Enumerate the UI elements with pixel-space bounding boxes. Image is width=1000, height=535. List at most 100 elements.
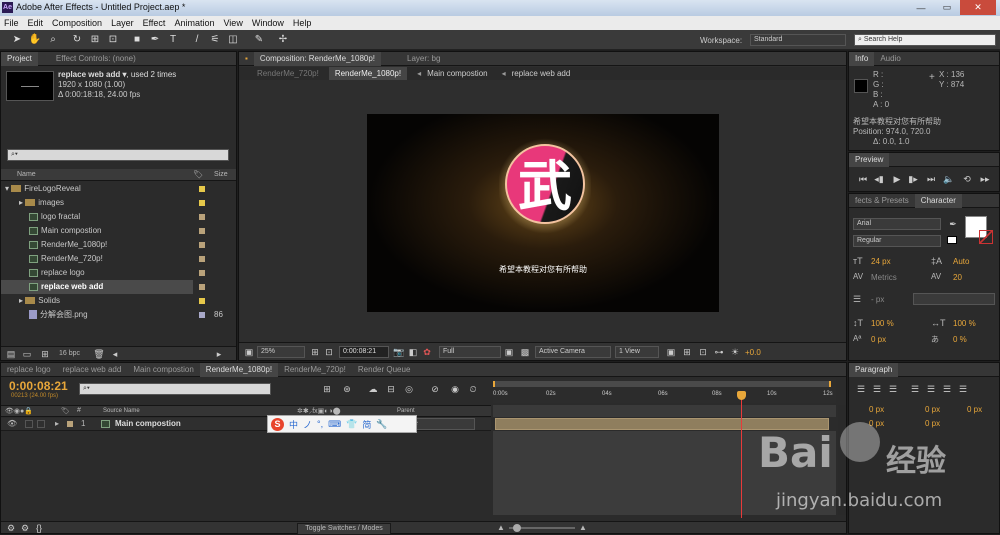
toggle-switches-modes-button[interactable]: Toggle Switches / Modes xyxy=(297,523,391,535)
region-of-interest-icon[interactable]: ▣ xyxy=(503,346,515,358)
timeline-icon[interactable]: ⊡ xyxy=(697,346,709,358)
trash-icon[interactable]: 🗑 xyxy=(93,348,105,360)
expand-time-icon[interactable]: {} xyxy=(33,522,45,534)
menu-layer[interactable]: Layer xyxy=(111,18,134,28)
layer-duration-bar[interactable] xyxy=(495,418,829,430)
zoom-tool-icon[interactable]: ⌕ xyxy=(46,33,60,47)
col-size-header[interactable]: Size xyxy=(214,171,228,178)
tab-composition[interactable]: Composition: RenderMe_1080p! xyxy=(253,51,382,66)
tab-project[interactable]: Project xyxy=(1,51,38,66)
mask-visibility-icon[interactable]: ⊡ xyxy=(323,346,335,358)
label-swatch[interactable] xyxy=(199,270,205,276)
zoom-select[interactable]: 25% xyxy=(257,346,305,358)
flowchart-icon[interactable]: ⊶ xyxy=(713,346,725,358)
tab-timeline[interactable]: replace logo xyxy=(1,363,57,377)
stroke-color-swatch[interactable] xyxy=(979,230,993,244)
lock-toggle[interactable] xyxy=(37,420,45,428)
graph-editor-icon[interactable]: ⊘ xyxy=(429,383,441,395)
snapshot-icon[interactable]: 📷 xyxy=(393,346,405,358)
type-tool-icon[interactable]: T xyxy=(166,33,180,47)
list-item-selected[interactable]: replace web add xyxy=(1,280,193,294)
timeline-search-input[interactable]: ⌕▾ xyxy=(79,383,271,395)
tab-render-queue[interactable]: Render Queue xyxy=(352,363,416,377)
motion-blur-icon[interactable]: ◎ xyxy=(403,383,415,395)
label-swatch[interactable] xyxy=(199,284,205,290)
label-column-icon[interactable]: 🏷 xyxy=(193,170,203,179)
ime-keyboard-icon[interactable]: ⌨ xyxy=(328,419,341,430)
baseline-shift-value[interactable]: 0 px xyxy=(871,335,886,344)
tab-audio[interactable]: Audio xyxy=(874,52,906,66)
interpret-footage-icon[interactable]: ▤ xyxy=(5,348,17,360)
ime-toolbar[interactable]: S 中 ノ °, ⌨ 👕 简 🔧 xyxy=(267,415,417,433)
frame-blending-icon[interactable]: ⊟ xyxy=(385,383,397,395)
space-after-value[interactable]: 0 px xyxy=(925,419,940,428)
track-area[interactable] xyxy=(493,431,836,515)
close-button[interactable]: ✕ xyxy=(960,0,996,15)
camera-tool-icon[interactable]: ⊞ xyxy=(88,33,102,47)
exposure-icon[interactable]: ☀ xyxy=(729,346,741,358)
white-swatch[interactable] xyxy=(947,236,957,244)
channel-icon[interactable]: ✿ xyxy=(421,346,433,358)
tab-layer[interactable]: Layer: bg xyxy=(401,52,446,66)
font-size-value[interactable]: 24 px xyxy=(871,257,891,266)
indent-right-value[interactable]: 0 px xyxy=(925,405,940,414)
expand-arrow-icon[interactable]: ▸ xyxy=(55,419,59,428)
solo-toggle[interactable] xyxy=(25,420,33,428)
tab-timeline[interactable]: RenderMe_720p! xyxy=(278,363,352,377)
selection-tool-icon[interactable]: ➤ xyxy=(10,33,24,47)
align-center-icon[interactable]: ☰ xyxy=(871,383,883,395)
ime-chinese-mode[interactable]: 中 xyxy=(289,418,298,431)
ram-preview-icon[interactable]: ▸▸ xyxy=(979,173,991,185)
next-frame-icon[interactable]: ▮▸ xyxy=(907,173,919,185)
resolution-select[interactable]: Full xyxy=(439,346,501,358)
tab-character[interactable]: Character xyxy=(914,193,962,208)
brush-tool-icon[interactable]: / xyxy=(190,33,204,47)
justify-center-icon[interactable]: ☰ xyxy=(925,383,937,395)
work-area-bar[interactable] xyxy=(493,381,831,387)
camera-select[interactable]: Active Camera xyxy=(535,346,611,358)
nav-crumb[interactable]: Main compostion xyxy=(425,69,497,78)
align-left-icon[interactable]: ☰ xyxy=(855,383,867,395)
font-style-select[interactable]: Regular xyxy=(853,235,941,247)
vertical-scale-value[interactable]: 100 % xyxy=(871,319,894,328)
bpc-label[interactable]: 16 bpc xyxy=(59,350,80,357)
eraser-tool-icon[interactable]: ◫ xyxy=(226,33,240,47)
ime-punctuation-icon[interactable]: °, xyxy=(317,419,323,429)
brainstorm-icon[interactable]: ◉ xyxy=(449,383,461,395)
tab-timeline[interactable]: replace web add xyxy=(57,363,128,377)
nav-crumb[interactable]: replace web add xyxy=(510,69,577,78)
col-name-header[interactable]: Name xyxy=(17,171,36,178)
tab-effect-controls[interactable]: Effect Controls: (none) xyxy=(50,52,142,66)
tracking-value[interactable]: 20 xyxy=(953,273,962,282)
puppet-tool-icon[interactable]: ✢ xyxy=(276,33,290,47)
menu-composition[interactable]: Composition xyxy=(52,18,102,28)
menu-view[interactable]: View xyxy=(223,18,242,28)
audio-icon[interactable]: 🔈 xyxy=(943,173,955,185)
leading-value[interactable]: Auto xyxy=(953,257,969,266)
col-source-name[interactable]: Source Name xyxy=(103,408,140,414)
zoom-slider-handle[interactable] xyxy=(513,524,521,532)
draft-3d-icon[interactable]: ⊛ xyxy=(341,383,353,395)
fast-previews-icon[interactable]: ⊞ xyxy=(681,346,693,358)
show-snapshot-icon[interactable]: ◧ xyxy=(407,346,419,358)
shy-icon[interactable]: ☁ xyxy=(367,383,379,395)
eyedropper-icon[interactable]: ✒ xyxy=(947,218,959,230)
pan-behind-tool-icon[interactable]: ⊡ xyxy=(106,33,120,47)
previous-frame-icon[interactable]: ◂▮ xyxy=(873,173,885,185)
stroke-style-select[interactable] xyxy=(913,293,995,305)
label-swatch[interactable] xyxy=(199,200,205,206)
justify-right-icon[interactable]: ☰ xyxy=(941,383,953,395)
col-parent[interactable]: Parent xyxy=(397,408,415,414)
zoom-out-icon[interactable]: ▲ xyxy=(497,523,505,532)
view-layout-select[interactable]: 1 View xyxy=(615,346,659,358)
zoom-in-icon[interactable]: ▲ xyxy=(579,523,587,532)
last-frame-icon[interactable]: ⏭ xyxy=(925,173,937,185)
timeline-current-time[interactable]: 0:00:08:21 xyxy=(9,379,68,393)
always-preview-icon[interactable]: ▣ xyxy=(243,346,255,358)
menu-animation[interactable]: Animation xyxy=(174,18,214,28)
menu-effect[interactable]: Effect xyxy=(143,18,166,28)
rectangle-tool-icon[interactable]: ■ xyxy=(130,33,144,47)
loop-icon[interactable]: ⟲ xyxy=(961,173,973,185)
label-swatch[interactable] xyxy=(199,186,205,192)
roto-brush-tool-icon[interactable]: ✎ xyxy=(252,33,266,47)
